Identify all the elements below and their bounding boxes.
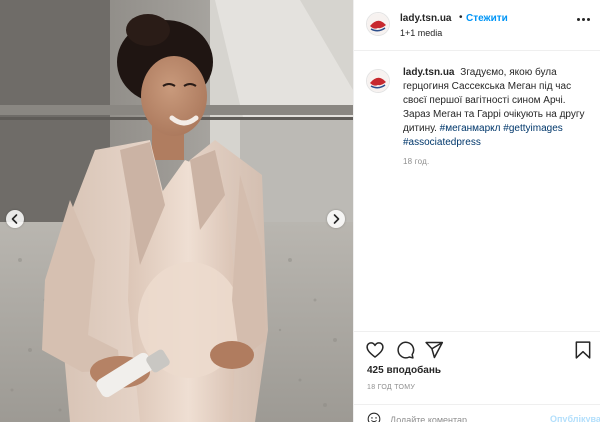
follow-button[interactable]: Стежити xyxy=(466,13,508,24)
publish-button[interactable]: Опублікувати xyxy=(550,414,600,422)
chevron-right-icon xyxy=(333,214,340,224)
avatar[interactable] xyxy=(366,12,390,36)
previous-photo-button[interactable] xyxy=(6,210,24,228)
post-sidebar: lady.tsn.ua • Стежити 1+1 media lady.tsn… xyxy=(353,0,600,422)
caption-age: 18 год. xyxy=(403,157,430,166)
header-username[interactable]: lady.tsn.ua xyxy=(400,13,452,24)
comment-bar: Опублікувати xyxy=(354,404,600,422)
separator-dot: • xyxy=(459,12,463,23)
next-photo-button[interactable] xyxy=(327,210,345,228)
header-subtitle[interactable]: 1+1 media xyxy=(400,28,442,38)
instagram-post: lady.tsn.ua • Стежити 1+1 media lady.tsn… xyxy=(0,0,600,422)
caption-username[interactable]: lady.tsn.ua xyxy=(403,67,455,78)
post-header: lady.tsn.ua • Стежити 1+1 media xyxy=(354,0,600,51)
hashtag-link[interactable]: #associatedpress xyxy=(403,137,481,148)
avatar-logo xyxy=(367,70,389,92)
hashtag-link[interactable]: #меганмаркл xyxy=(440,123,501,134)
comment-input[interactable] xyxy=(390,413,530,422)
emoji-icon[interactable] xyxy=(367,412,381,422)
more-options-icon[interactable] xyxy=(576,15,592,25)
avatar[interactable] xyxy=(366,69,390,93)
post-media[interactable] xyxy=(0,0,353,422)
heart-icon[interactable] xyxy=(365,340,385,360)
share-icon[interactable] xyxy=(424,340,444,360)
actions-section: 425 вподобань 18 год тому Опублікувати xyxy=(354,331,600,422)
likes-count[interactable]: 425 вподобань xyxy=(367,365,441,376)
caption-body: lady.tsn.ua Згадуємо, якою була герцогин… xyxy=(403,66,593,150)
bookmark-icon[interactable] xyxy=(573,340,593,360)
avatar-logo xyxy=(367,13,389,35)
hashtag-link[interactable]: #gettyimages xyxy=(503,123,562,134)
comment-icon[interactable] xyxy=(395,340,415,360)
post-timestamp[interactable]: 18 год тому xyxy=(367,384,415,391)
post-photo xyxy=(0,0,353,422)
chevron-left-icon xyxy=(11,214,18,224)
